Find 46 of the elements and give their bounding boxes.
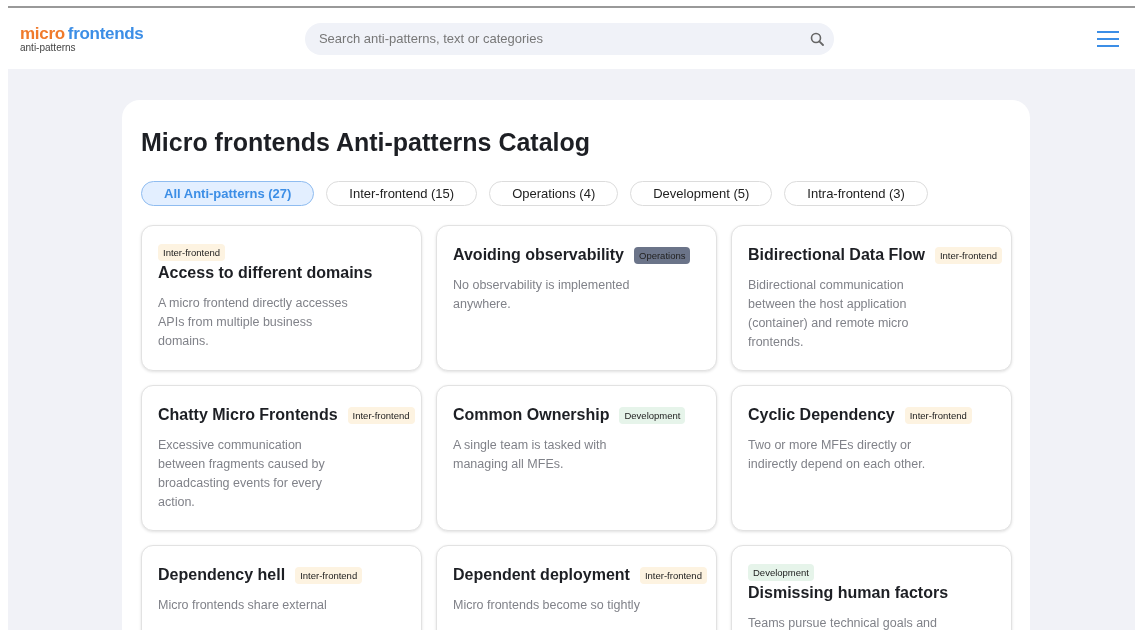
category-tag: Inter-frontend bbox=[934, 246, 1002, 264]
category-tag: Development bbox=[748, 564, 814, 581]
category-tag: Inter-frontend bbox=[158, 244, 226, 261]
filter-chip[interactable]: Development (5) bbox=[630, 181, 773, 206]
page-title: Micro frontends Anti-patterns Catalog bbox=[141, 128, 592, 157]
card-title: Cyclic Dependency bbox=[748, 406, 895, 424]
logo-word: micro bbox=[20, 24, 65, 42]
pattern-card[interactable]: Chatty Micro Frontends Inter-frontend Excessive communication between fragments caused by broadcasting events for every action. bbox=[141, 385, 422, 531]
card-description: No observability is implemented anywhere. bbox=[453, 277, 631, 313]
filter-chip[interactable]: Intra-frontend (3) bbox=[784, 181, 928, 206]
card-description: A single team is tasked with managing all MFEs. bbox=[453, 437, 608, 473]
filter-chip[interactable]: Operations (4) bbox=[489, 181, 619, 206]
pattern-card[interactable]: Cyclic Dependency Inter-frontend Two or more MFEs directly or indirectly depend on each other. bbox=[731, 385, 1012, 531]
card-description: Bidirectional communication between the host application (container) and remote micro frontends. bbox=[748, 277, 910, 351]
card-title: Dependency hell bbox=[158, 566, 286, 584]
card-description: A micro frontend directly accesses APIs from multiple business domains. bbox=[158, 295, 349, 350]
pattern-card[interactable]: Dependency hell Inter-frontend Micro frontends share external bbox=[141, 545, 422, 630]
category-tag: Development bbox=[619, 406, 686, 424]
card-title: Bidirectional Data Flow bbox=[748, 246, 925, 264]
card-description: Micro frontends share external bbox=[158, 597, 328, 614]
category-tag: Inter-frontend bbox=[904, 406, 972, 424]
logo-subtitle: anti-patterns bbox=[20, 41, 77, 53]
logo-word: frontends bbox=[67, 24, 144, 42]
pattern-card[interactable]: Development Dismissing human factors Teams pursue technical goals and bbox=[731, 545, 1012, 630]
card-description: Teams pursue technical goals and bbox=[748, 615, 938, 630]
pattern-card[interactable]: Inter-frontend Access to different domains A micro frontend directly accesses APIs from multiple business domains. bbox=[141, 225, 422, 371]
card-description: Two or more MFEs directly or indirectly depend on each other. bbox=[748, 437, 927, 473]
card-title: Chatty Micro Frontends bbox=[158, 406, 338, 424]
menu-icon[interactable] bbox=[1097, 30, 1119, 47]
category-tag: Inter-frontend bbox=[347, 406, 415, 424]
pattern-card[interactable]: Avoiding observability Operations No observability is implemented anywhere. bbox=[436, 225, 717, 371]
card-title: Dismissing human factors bbox=[748, 584, 949, 602]
card-title: Dependent deployment bbox=[453, 566, 630, 584]
card-title: Avoiding observability bbox=[453, 246, 624, 264]
card-title: Common Ownership bbox=[453, 406, 610, 424]
pattern-card[interactable]: Dependent deployment Inter-frontend Micro frontends become so tightly bbox=[436, 545, 717, 630]
search-icon[interactable] bbox=[810, 31, 825, 46]
pattern-card[interactable]: Common Ownership Development A single team is tasked with managing all MFEs. bbox=[436, 385, 717, 531]
category-tag: Operations bbox=[634, 246, 691, 264]
card-title: Access to different domains bbox=[158, 264, 373, 282]
card-description: Micro frontends become so tightly bbox=[453, 597, 641, 614]
card-description: Excessive communication between fragments caused by broadcasting events for every action. bbox=[158, 437, 326, 511]
category-tag: Inter-frontend bbox=[639, 566, 707, 584]
pattern-card[interactable]: Bidirectional Data Flow Inter-frontend Bidirectional communication between the host application (container) and remote micro frontends. bbox=[731, 225, 1012, 371]
category-tag: Inter-frontend bbox=[295, 566, 363, 584]
filter-chip[interactable]: Inter-frontend (15) bbox=[326, 181, 478, 206]
